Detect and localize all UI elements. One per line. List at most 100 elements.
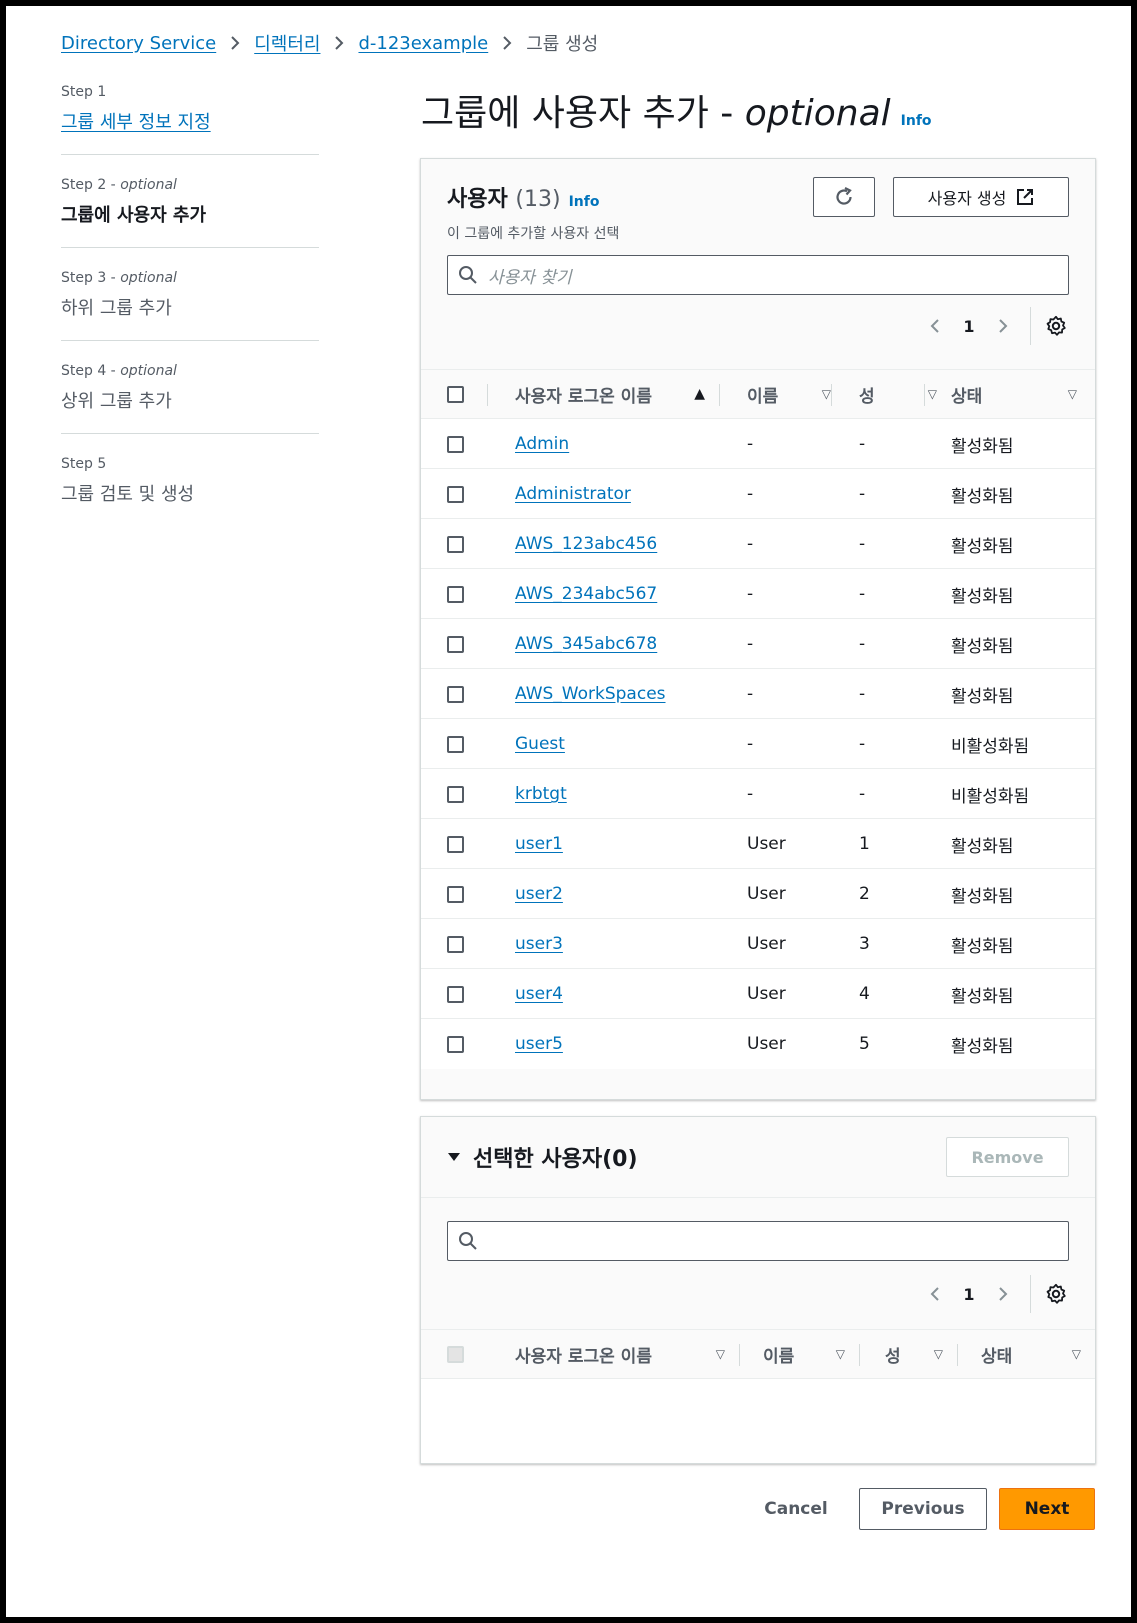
table-row[interactable]: user1 User 1 활성화됨 — [421, 819, 1095, 869]
next-page-icon[interactable] — [986, 1279, 1020, 1309]
step-1: Step 1 그룹 세부 정보 지정 — [61, 84, 319, 155]
sort-icon: ▽ — [715, 1347, 725, 1361]
table-row[interactable]: AWS_123abc456 - - 활성화됨 — [421, 519, 1095, 569]
next-page-icon[interactable] — [986, 311, 1020, 341]
column-header-status[interactable]: 상태 ▽ — [981, 1330, 1095, 1378]
remove-button[interactable]: Remove — [946, 1137, 1069, 1177]
table-row[interactable]: AWS_345abc678 - - 활성화됨 — [421, 619, 1095, 669]
breadcrumb-directory-id[interactable]: d-123example — [358, 33, 488, 54]
first-name-cell: User — [747, 834, 786, 854]
step-number: Step 2 - optional — [61, 177, 177, 193]
last-name-cell: - — [859, 534, 866, 554]
page-number[interactable]: 1 — [952, 317, 986, 336]
row-checkbox[interactable] — [447, 869, 464, 919]
first-name-cell: User — [747, 884, 786, 904]
row-checkbox[interactable] — [447, 769, 464, 819]
refresh-button[interactable] — [813, 177, 875, 217]
prev-page-icon[interactable] — [918, 1279, 952, 1309]
create-user-button[interactable]: 사용자 생성 — [893, 177, 1069, 217]
column-header-logon[interactable]: 사용자 로그온 이름 ▲ — [515, 370, 719, 418]
first-name-cell: - — [747, 534, 754, 554]
column-header-last-name[interactable]: 성 ▽ — [885, 1330, 957, 1378]
row-checkbox[interactable] — [447, 919, 464, 969]
row-checkbox[interactable] — [447, 519, 464, 569]
user-logon-link[interactable]: AWS_WorkSpaces — [515, 684, 666, 704]
row-checkbox[interactable] — [447, 819, 464, 869]
row-checkbox[interactable] — [447, 669, 464, 719]
user-logon-link[interactable]: AWS_234abc567 — [515, 584, 657, 604]
sort-icon: ▽ — [821, 387, 831, 401]
last-name-cell: - — [859, 484, 866, 504]
first-name-cell: - — [747, 734, 754, 754]
user-logon-link[interactable]: Admin — [515, 434, 569, 454]
column-header-logon[interactable]: 사용자 로그온 이름 ▽ — [515, 1330, 739, 1378]
table-row[interactable]: user5 User 5 활성화됨 — [421, 1019, 1095, 1069]
first-name-cell: - — [747, 634, 754, 654]
user-logon-link[interactable]: Administrator — [515, 484, 631, 504]
step-3: Step 3 - optional 하위 그룹 추가 — [61, 270, 319, 341]
column-divider — [719, 384, 720, 406]
table-row[interactable]: krbtgt - - 비활성화됨 — [421, 769, 1095, 819]
gear-icon[interactable] — [1041, 311, 1071, 341]
breadcrumb-directory-service[interactable]: Directory Service — [61, 33, 216, 54]
gear-icon[interactable] — [1041, 1279, 1071, 1309]
table-row[interactable]: user4 User 4 활성화됨 — [421, 969, 1095, 1019]
row-checkbox[interactable] — [447, 469, 464, 519]
selected-search-input[interactable] — [447, 1221, 1069, 1261]
row-checkbox[interactable] — [447, 619, 464, 669]
row-checkbox[interactable] — [447, 569, 464, 619]
table-row[interactable]: Administrator - - 활성화됨 — [421, 469, 1095, 519]
pager-divider — [1030, 307, 1031, 345]
user-logon-link[interactable]: user5 — [515, 1034, 563, 1054]
user-logon-link[interactable]: user2 — [515, 884, 563, 904]
column-divider — [957, 1344, 958, 1366]
next-button[interactable]: Next — [999, 1488, 1095, 1530]
user-logon-link[interactable]: AWS_123abc456 — [515, 534, 657, 554]
step-link-group-details[interactable]: 그룹 세부 정보 지정 — [61, 112, 211, 133]
users-panel-header: 사용자 (13) Info 이 그룹에 추가할 사용자 선택 — [447, 181, 619, 243]
sort-icon: ▽ — [835, 1347, 845, 1361]
table-row[interactable]: AWS_234abc567 - - 활성화됨 — [421, 569, 1095, 619]
last-name-cell: 5 — [859, 1034, 870, 1054]
row-checkbox[interactable] — [447, 719, 464, 769]
breadcrumb-directories[interactable]: 디렉터리 — [254, 30, 320, 56]
cancel-button[interactable]: Cancel — [746, 1488, 846, 1530]
column-header-status[interactable]: 상태 ▽ — [951, 370, 1081, 418]
prev-page-icon[interactable] — [918, 311, 952, 341]
table-row[interactable]: user2 User 2 활성화됨 — [421, 869, 1095, 919]
user-logon-link[interactable]: user4 — [515, 984, 563, 1004]
table-row[interactable]: user3 User 3 활성화됨 — [421, 919, 1095, 969]
column-header-first-name[interactable]: 이름 ▽ — [747, 370, 831, 418]
user-logon-link[interactable]: user3 — [515, 934, 563, 954]
column-divider — [859, 1344, 860, 1366]
column-divider — [924, 384, 925, 406]
table-row[interactable]: Guest - - 비활성화됨 — [421, 719, 1095, 769]
step-title-current: 그룹에 사용자 추가 — [61, 205, 207, 226]
sort-icon: ▽ — [927, 387, 937, 401]
row-checkbox[interactable] — [447, 419, 464, 469]
pagination: 1 — [918, 1275, 1071, 1313]
column-header-first-name[interactable]: 이름 ▽ — [763, 1330, 859, 1378]
previous-button[interactable]: Previous — [859, 1488, 987, 1530]
page-number[interactable]: 1 — [952, 1285, 986, 1304]
info-link[interactable]: Info — [901, 113, 932, 129]
user-logon-link[interactable]: user1 — [515, 834, 563, 854]
wizard-steps: Step 1 그룹 세부 정보 지정 Step 2 - optional 그룹에… — [61, 84, 319, 548]
user-logon-link[interactable]: Guest — [515, 734, 565, 754]
status-cell: 활성화됨 — [951, 836, 1014, 857]
last-name-cell: - — [859, 684, 866, 704]
user-logon-link[interactable]: krbtgt — [515, 784, 567, 804]
users-panel-description: 이 그룹에 추가할 사용자 선택 — [447, 226, 620, 242]
column-header-last-name[interactable]: 성 ▽ — [859, 370, 937, 418]
row-checkbox[interactable] — [447, 1019, 464, 1069]
table-row[interactable]: Admin - - 활성화됨 — [421, 419, 1095, 469]
user-search-input[interactable]: 사용자 찾기 — [447, 255, 1069, 295]
select-all-checkbox[interactable] — [447, 370, 464, 418]
users-table-body: Admin - - 활성화됨 Administrator - - 활성화됨 AWS_123abc… — [421, 419, 1095, 1069]
selected-users-panel: 선택한 사용자(0) Remove 1 사용자 로그온 이름 ▽ 이름 ▽ 성 … — [420, 1116, 1096, 1464]
info-link[interactable]: Info — [569, 194, 600, 210]
row-checkbox[interactable] — [447, 969, 464, 1019]
selected-users-header[interactable]: 선택한 사용자(0) — [447, 1141, 638, 1173]
table-row[interactable]: AWS_WorkSpaces - - 활성화됨 — [421, 669, 1095, 719]
user-logon-link[interactable]: AWS_345abc678 — [515, 634, 657, 654]
